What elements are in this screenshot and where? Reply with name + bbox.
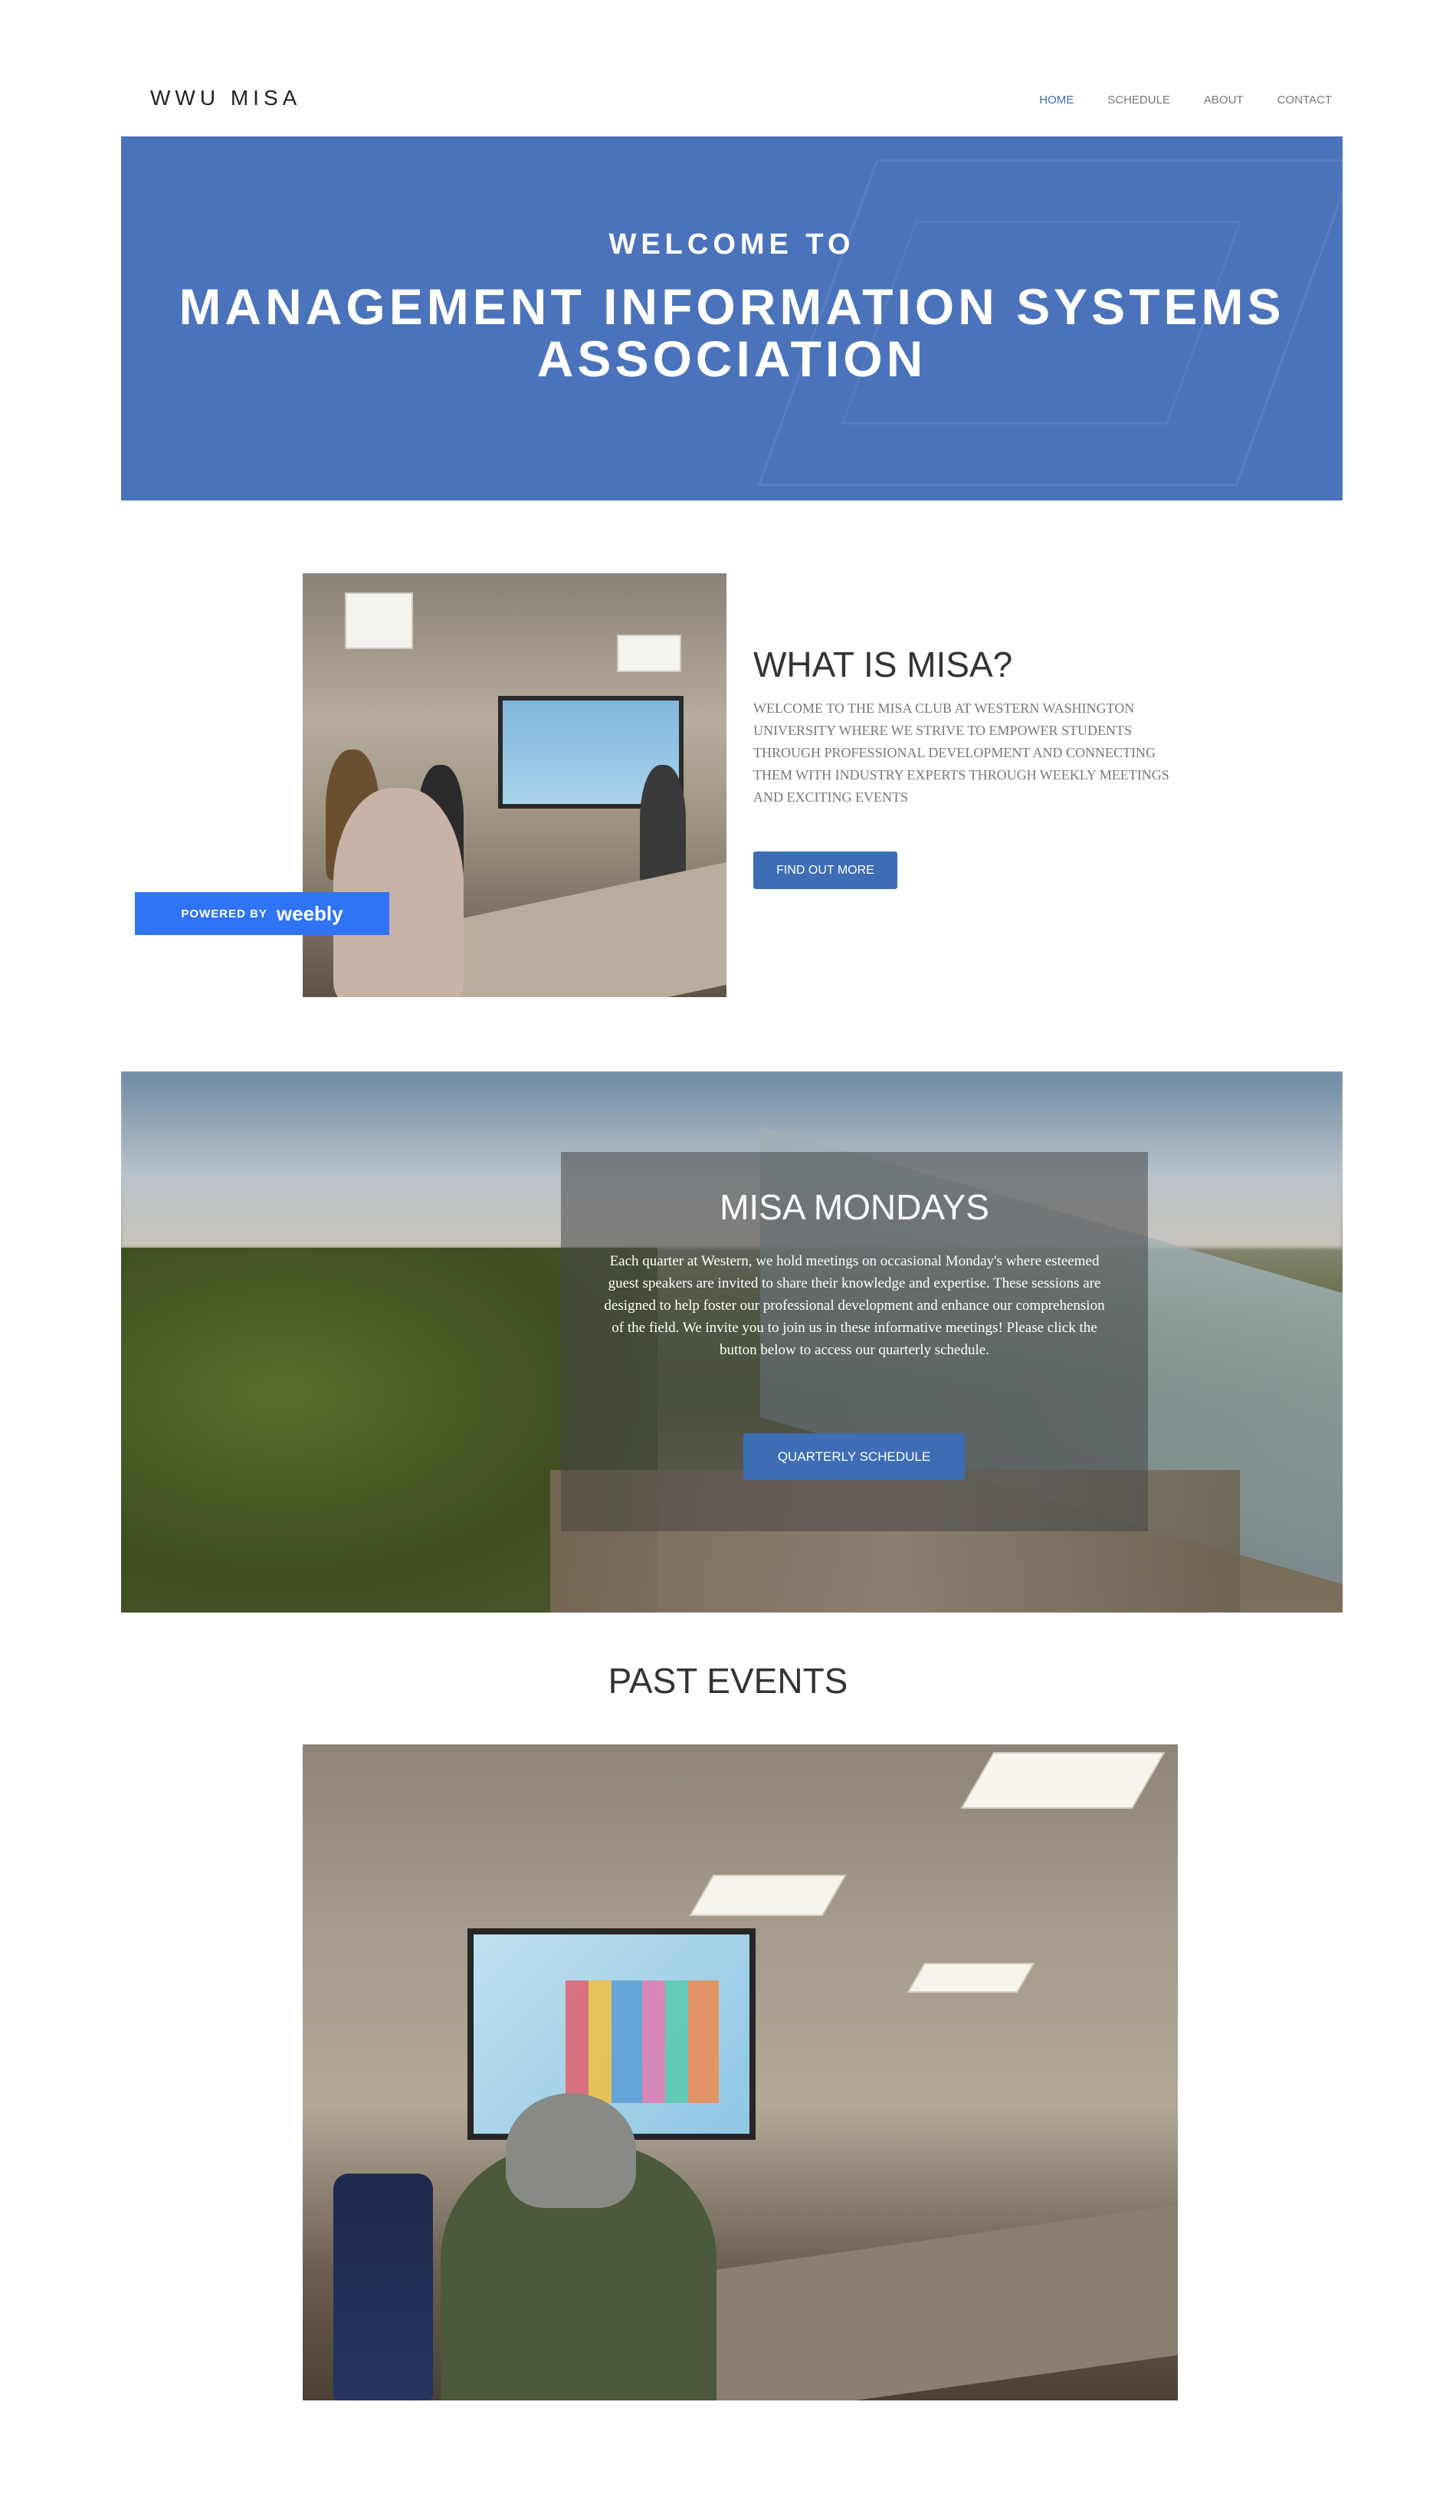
- nav-home[interactable]: HOME: [1039, 94, 1074, 107]
- about-text: WELCOME TO THE MISA CLUB AT WESTERN WASH…: [753, 701, 1169, 805]
- ceiling-light: [689, 1875, 847, 1916]
- ceiling-light: [960, 1752, 1166, 1809]
- hero-title: MANAGEMENT INFORMATION SYSTEMS ASSOCIATI…: [179, 278, 1285, 387]
- mondays-text: Each quarter at Western, we hold meeting…: [604, 1253, 1105, 1358]
- person: [640, 765, 686, 888]
- badge-weebly: weebly: [276, 901, 343, 925]
- past-event-photo: [303, 1744, 1178, 2400]
- badge-powered-by: POWERED BY: [181, 907, 267, 920]
- ceiling-light: [345, 592, 413, 649]
- main-nav: HOME SCHEDULE ABOUT CONTACT: [1039, 94, 1332, 107]
- nav-contact[interactable]: CONTACT: [1277, 94, 1332, 107]
- mondays-title: MISA MONDAYS: [720, 1187, 989, 1227]
- about-title: WHAT IS MISA?: [753, 645, 1013, 685]
- water-bottle: [333, 2174, 433, 2400]
- mondays-panel: MISA MONDAYS Each quarter at Western, we…: [561, 1152, 1148, 1531]
- mondays-section: MISA MONDAYS Each quarter at Western, we…: [121, 1071, 1343, 1613]
- weebly-badge[interactable]: POWERED BY weebly: [135, 892, 389, 935]
- attendee-beanie: [506, 2093, 636, 2208]
- site-logo[interactable]: WWU MISA: [150, 86, 301, 110]
- ceiling-light: [907, 1963, 1035, 1993]
- find-out-more-button[interactable]: FIND OUT MORE: [753, 851, 897, 889]
- slide-graphic: [566, 1980, 719, 2103]
- hero-kicker: WELCOME TO: [608, 228, 855, 261]
- quarterly-schedule-button[interactable]: QUARTERLY SCHEDULE: [743, 1433, 965, 1480]
- hero-banner: WELCOME TO MANAGEMENT INFORMATION SYSTEM…: [121, 136, 1343, 500]
- ceiling-light: [617, 635, 681, 672]
- nav-about[interactable]: ABOUT: [1204, 94, 1244, 107]
- nav-schedule[interactable]: SCHEDULE: [1107, 94, 1170, 107]
- past-events-title: PAST EVENTS: [608, 1661, 848, 1701]
